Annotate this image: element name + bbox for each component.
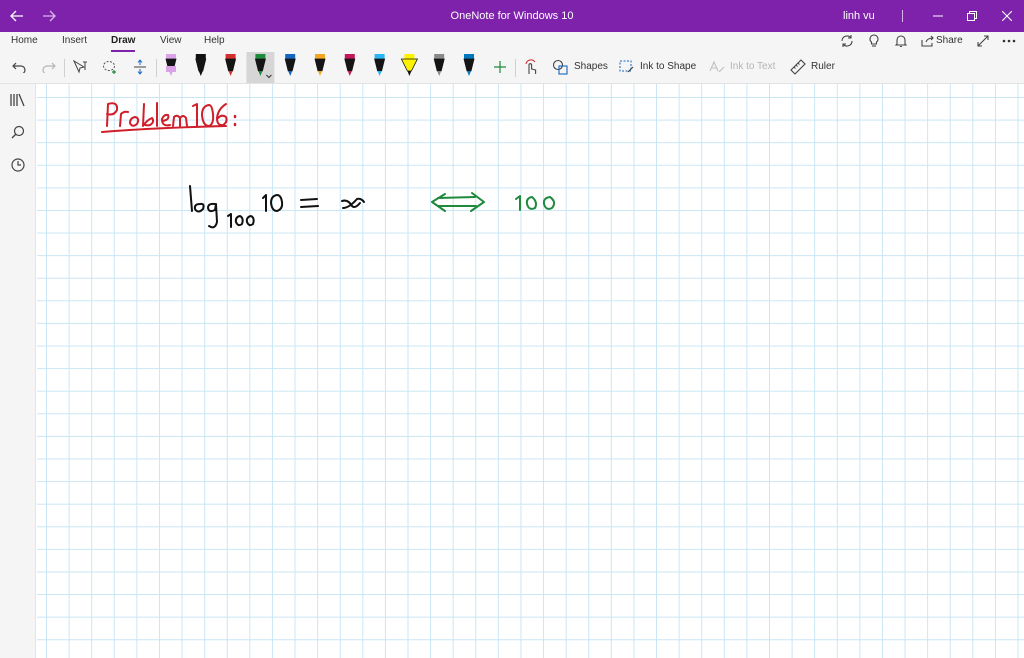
pen-red-icon[interactable] — [225, 54, 237, 76]
pen-gallery — [165, 52, 475, 83]
touch-drawing-icon[interactable] — [521, 52, 541, 82]
tab-draw[interactable]: Draw — [111, 35, 136, 52]
title-bar: OneNote for Windows 10 linh vu — [0, 0, 1024, 32]
minimize-icon[interactable] — [921, 0, 955, 32]
shapes-button[interactable]: Shapes — [574, 61, 608, 72]
sync-icon[interactable] — [838, 33, 856, 49]
pen-teal-icon[interactable] — [463, 54, 475, 76]
fullscreen-icon[interactable] — [974, 33, 992, 49]
pen-cyan-icon[interactable] — [374, 54, 386, 76]
tab-insert[interactable]: Insert — [62, 35, 87, 52]
add-pen-icon[interactable] — [490, 52, 510, 82]
ink-to-text-button: Ink to Text — [730, 61, 776, 72]
left-navigation-rail — [0, 84, 36, 658]
pen-green-icon[interactable] — [246, 52, 275, 83]
share-button[interactable]: Share — [936, 35, 963, 46]
user-name[interactable]: linh vu — [843, 0, 875, 32]
lightbulb-icon[interactable] — [865, 33, 883, 49]
pen-magenta-icon[interactable] — [344, 54, 356, 76]
ruler-button[interactable]: Ruler — [811, 61, 835, 72]
pen-black-icon[interactable] — [195, 54, 207, 76]
restore-icon[interactable] — [955, 0, 989, 32]
tab-help[interactable]: Help — [204, 35, 225, 52]
search-icon[interactable] — [8, 122, 28, 142]
close-icon[interactable] — [990, 0, 1024, 32]
shapes-icon[interactable] — [551, 52, 569, 82]
notebooks-icon[interactable] — [8, 90, 28, 110]
ink-to-text-icon — [708, 52, 726, 82]
more-options-icon[interactable] — [1000, 33, 1018, 49]
highlighter-yellow-icon[interactable] — [400, 54, 419, 76]
pen-blue-icon[interactable] — [284, 54, 296, 76]
tab-home[interactable]: Home — [11, 35, 38, 52]
titlebar-divider — [902, 10, 903, 22]
pencil-gray-icon[interactable] — [433, 54, 445, 76]
pen-black-pink-highlight-icon[interactable] — [165, 54, 177, 76]
share-icon[interactable] — [919, 33, 937, 49]
toolbar-divider — [515, 59, 516, 77]
draw-toolbar: Shapes Ink to Shape Ink to Text Ruler — [0, 52, 1024, 84]
note-canvas[interactable] — [37, 84, 1024, 658]
recent-clock-icon[interactable] — [8, 155, 28, 175]
ink-to-shape-icon[interactable] — [618, 52, 636, 82]
bell-icon[interactable] — [892, 33, 910, 49]
pen-orange-icon[interactable] — [314, 54, 326, 76]
ink-to-shape-button[interactable]: Ink to Shape — [640, 61, 696, 72]
tab-view[interactable]: View — [160, 35, 182, 52]
ruler-icon[interactable] — [789, 52, 807, 82]
